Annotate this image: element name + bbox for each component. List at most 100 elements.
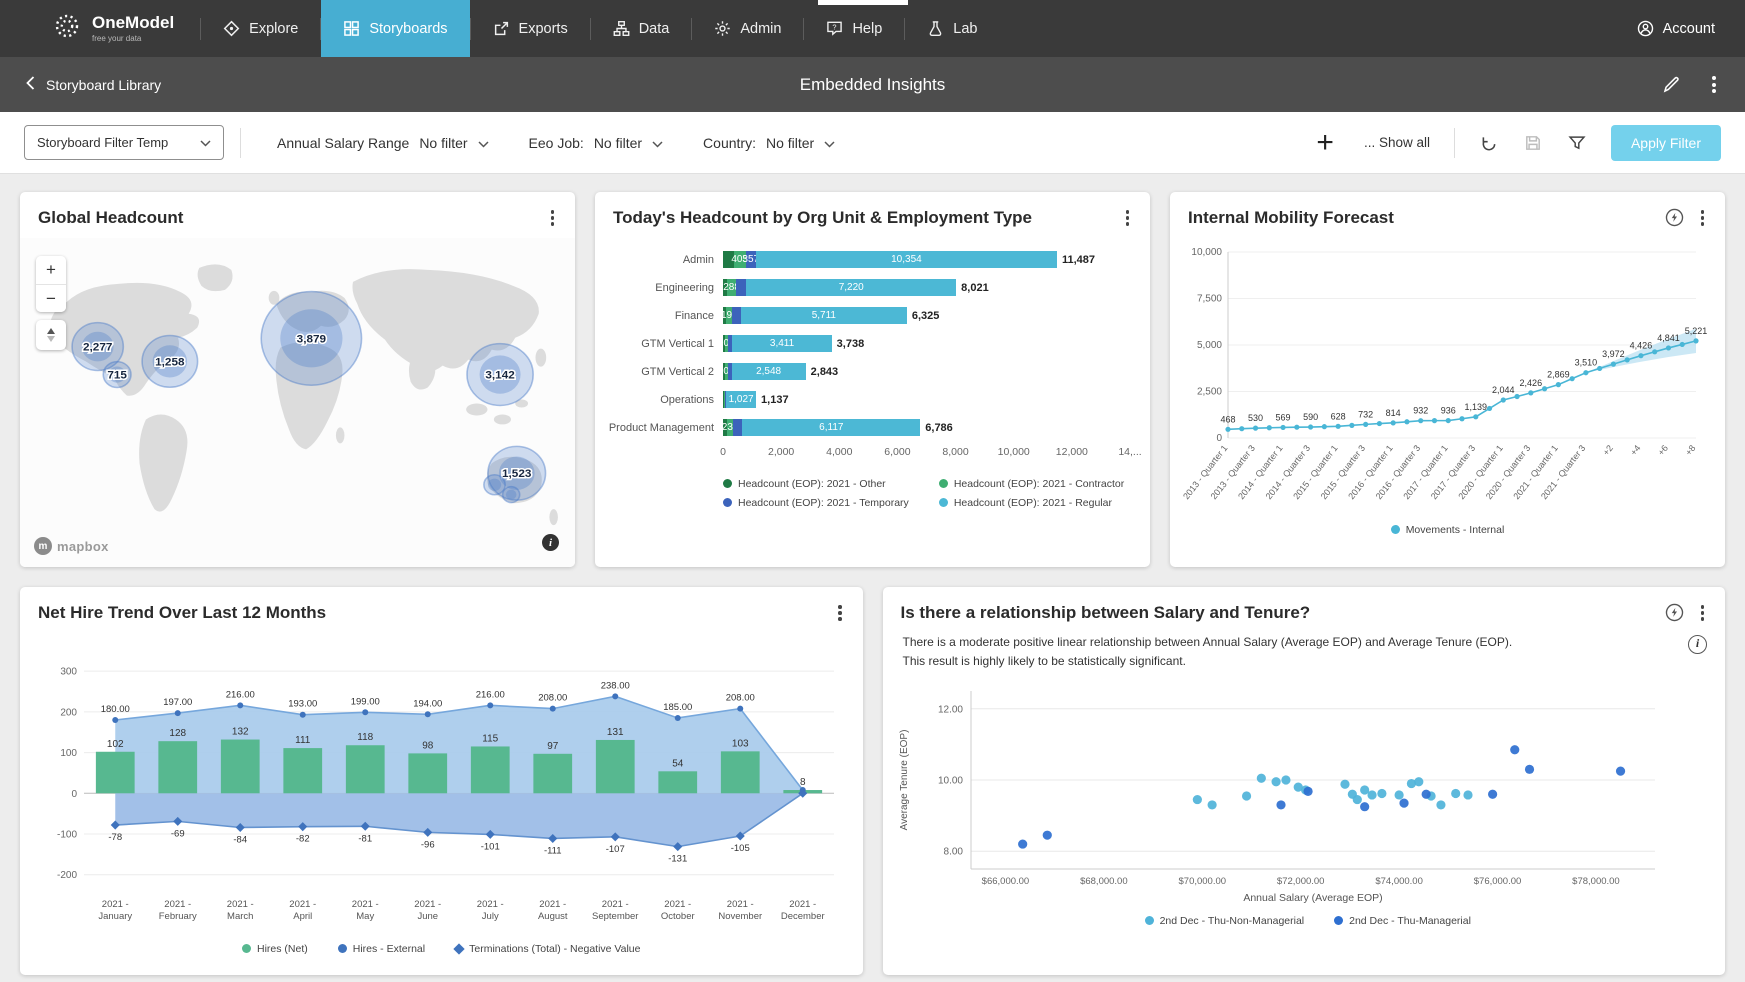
svg-text:103: 103 [732, 738, 749, 749]
nav-item-explore[interactable]: Explore [201, 0, 320, 57]
svg-text:-111: -111 [544, 845, 562, 856]
svg-text:199.00: 199.00 [351, 696, 380, 707]
org-bar-segment[interactable]: 230 [727, 419, 734, 436]
org-category-label: Operations [605, 394, 723, 406]
svg-text:8.00: 8.00 [943, 847, 963, 858]
explore-icon [223, 20, 240, 37]
kebab-menu-icon[interactable] [548, 207, 558, 229]
svg-text:-131: -131 [668, 853, 687, 864]
svg-text:2,869: 2,869 [1547, 369, 1570, 379]
scatter-chart[interactable]: 8.0010.0012.00$66,000.00$68,000.00$70,00… [891, 681, 1726, 913]
top-navbar: OneModel free your data ExploreStoryboar… [0, 0, 1745, 57]
kebab-menu-icon[interactable] [1709, 73, 1719, 96]
zoom-out-button[interactable]: − [36, 284, 66, 312]
svg-text:4,841: 4,841 [1657, 332, 1680, 342]
vertical-divider [1454, 128, 1455, 158]
legend-label: Headcount (EOP): 2021 - Regular [954, 497, 1112, 509]
filter-dropdown-2[interactable]: Country:No filter [683, 135, 855, 151]
org-bar-segment[interactable]: 357 [746, 251, 756, 268]
kebab-menu-icon[interactable] [1123, 207, 1133, 229]
svg-text:June: June [417, 911, 438, 922]
org-bar-segment[interactable]: 3,411 [732, 335, 831, 352]
svg-text:10,000: 10,000 [1191, 247, 1222, 258]
org-x-axis: 02,0004,0006,0008,00010,00012,00014,... [723, 446, 1130, 462]
svg-text:932: 932 [1413, 405, 1428, 415]
org-bar-segment[interactable]: 10,354 [756, 251, 1057, 268]
net-hires-bar [471, 746, 510, 793]
filter-dropdown-0[interactable]: Annual Salary RangeNo filter [257, 135, 509, 151]
axis-tick-label: 2,000 [768, 446, 794, 458]
org-stacked-bar[interactable]: 1042,5482,843 [723, 363, 1130, 380]
nav-item-help[interactable]: ?Help [804, 0, 904, 57]
account-menu[interactable]: Account [1607, 0, 1745, 57]
legend-item: 2nd Dec - Thu-Managerial [1334, 915, 1471, 927]
nav-item-exports[interactable]: Exports [471, 0, 590, 57]
nav-item-label: Data [639, 21, 670, 37]
info-icon[interactable]: i [542, 534, 559, 551]
show-all-link[interactable]: ... Show all [1364, 135, 1430, 150]
forecast-chart[interactable]: 02,5005,0007,50010,000468530569590628732… [1182, 236, 1713, 524]
svg-text:715: 715 [107, 370, 127, 382]
add-filter-button[interactable]: + [1310, 131, 1340, 155]
back-to-library-link[interactable]: Storyboard Library [26, 76, 161, 93]
svg-text:102: 102 [107, 738, 124, 749]
kebab-menu-icon[interactable] [1698, 207, 1708, 229]
svg-text:2021 -: 2021 - [164, 899, 191, 910]
kebab-menu-icon[interactable] [835, 602, 845, 624]
svg-text:54: 54 [672, 758, 684, 769]
map-pitch-control[interactable] [36, 320, 66, 350]
org-stacked-bar[interactable]: 40535710,35411,487 [723, 251, 1130, 268]
org-bar-segment[interactable]: 7,220 [746, 279, 956, 296]
nav-item-data[interactable]: Data [591, 0, 692, 57]
svg-text:185.00: 185.00 [663, 701, 692, 712]
org-stacked-bar[interactable]: 1955,7116,325 [723, 307, 1130, 324]
legend-item: Terminations (Total) - Negative Value [455, 943, 640, 955]
world-map[interactable]: 2,2777151,2583,8793,1421,523 + − m mapbo… [20, 238, 575, 567]
insight-lightning-icon[interactable] [1665, 603, 1684, 622]
org-total-label: 11,487 [1062, 254, 1095, 266]
onemodel-logo[interactable]: OneModel free your data [0, 0, 200, 57]
insight-lightning-icon[interactable] [1665, 208, 1684, 227]
org-legend: Headcount (EOP): 2021 - OtherHeadcount (… [723, 478, 1150, 509]
org-chart[interactable]: Admin40535710,35411,487Engineering2887,2… [595, 234, 1150, 442]
undo-icon[interactable] [1479, 133, 1499, 153]
org-stacked-bar[interactable]: 2887,2208,021 [723, 279, 1130, 296]
svg-text:2021 -: 2021 - [727, 899, 754, 910]
svg-text:-107: -107 [606, 843, 625, 854]
apply-filter-button[interactable]: Apply Filter [1611, 125, 1721, 161]
org-bar-segment[interactable]: 2,548 [732, 363, 806, 380]
mapbox-attribution[interactable]: m mapbox [34, 537, 109, 555]
org-bar-segment[interactable] [732, 307, 741, 324]
org-bar-segment[interactable]: 6,117 [742, 419, 920, 436]
org-stacked-bar[interactable]: 1,0271,137 [723, 391, 1130, 408]
org-bar-segment[interactable] [736, 279, 747, 296]
legend-dot-icon [1334, 916, 1343, 925]
nav-item-lab[interactable]: Lab [905, 0, 999, 57]
org-total-label: 6,786 [925, 422, 953, 434]
info-icon[interactable]: i [1688, 635, 1707, 654]
svg-text:2021 -: 2021 - [102, 899, 129, 910]
org-bar-row: Product Management2306,1176,786 [605, 414, 1130, 442]
org-stacked-bar[interactable]: 230 6,117 6,786 [723, 419, 1130, 436]
filter-label: Country: [703, 135, 756, 151]
nav-item-admin[interactable]: Admin [692, 0, 803, 57]
svg-text:April: April [293, 911, 312, 922]
org-stacked-bar[interactable]: 1053,4113,738 [723, 335, 1130, 352]
org-bar-segment[interactable]: 5,711 [741, 307, 907, 324]
nav-item-storyboards[interactable]: Storyboards [321, 0, 469, 57]
filter-funnel-icon[interactable] [1567, 133, 1587, 153]
edit-pencil-icon[interactable] [1662, 75, 1681, 94]
zoom-in-button[interactable]: + [36, 256, 66, 284]
app: OneModel free your data ExploreStoryboar… [0, 0, 1745, 982]
nethire-chart[interactable]: 3002001000-100-2001021281321111189811597… [38, 637, 845, 937]
org-bar-segment[interactable]: 1,027 [726, 391, 756, 408]
kebab-menu-icon[interactable] [1698, 602, 1708, 624]
card-headcount-by-org-unit: Today's Headcount by Org Unit & Employme… [595, 192, 1150, 567]
save-icon[interactable] [1523, 133, 1543, 153]
filter-dropdown-1[interactable]: Eeo Job:No filter [509, 135, 684, 151]
storyboard-filter-template-select[interactable]: Storyboard Filter Temp [24, 125, 224, 160]
svg-text:530: 530 [1248, 413, 1263, 423]
org-bar-segment[interactable] [733, 419, 742, 436]
org-bar-segment[interactable]: 288 [727, 279, 735, 296]
nav-items: ExploreStoryboardsExports Data Admin?HelpL… [200, 0, 999, 57]
